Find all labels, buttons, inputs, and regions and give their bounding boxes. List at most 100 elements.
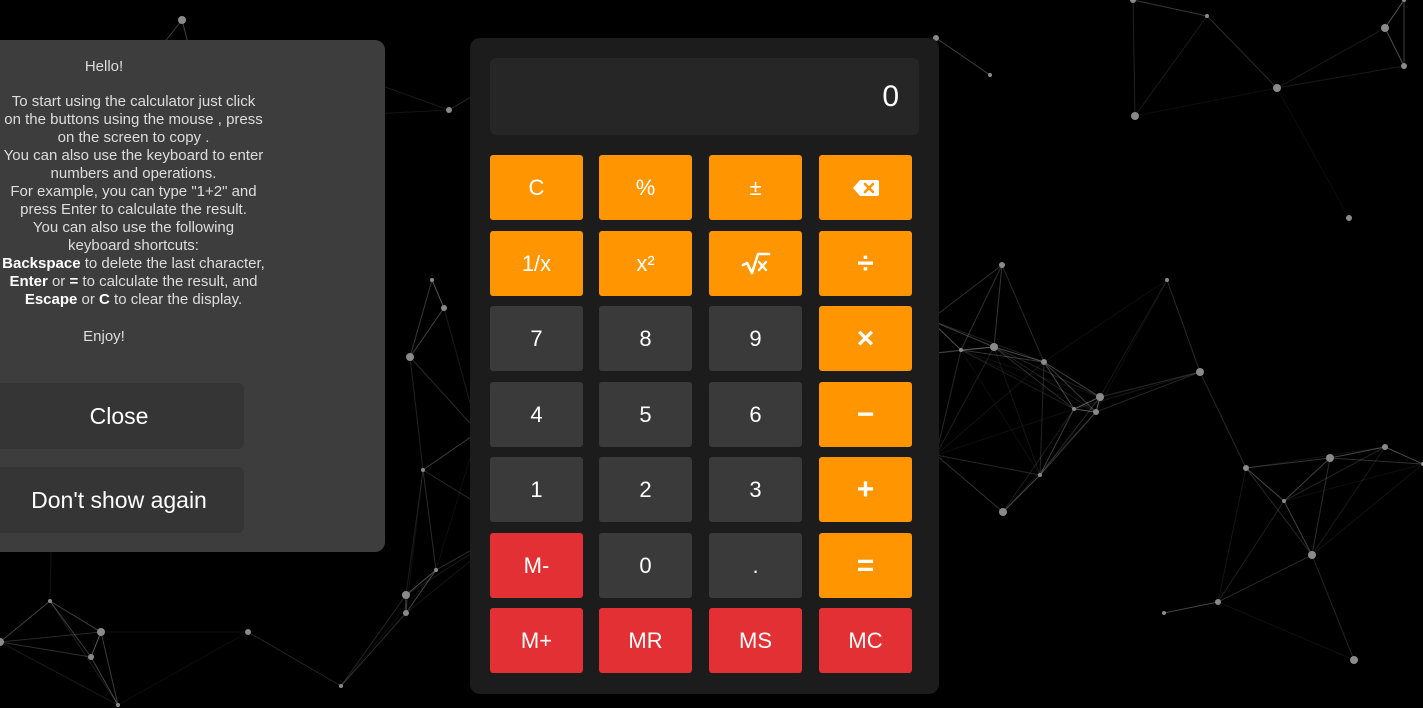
network-line: [1163, 601, 1219, 614]
network-line: [247, 631, 342, 687]
help-title: Hello!: [84, 58, 124, 75]
subtract-button[interactable]: −: [819, 382, 912, 447]
network-line: [1276, 87, 1350, 219]
add-button[interactable]: +: [819, 457, 912, 522]
network-line: [935, 349, 962, 456]
network-node: [48, 599, 52, 603]
network-line: [993, 264, 1003, 348]
network-line: [1039, 396, 1101, 476]
network-node: [178, 16, 186, 24]
help-line: numbers and operations.: [50, 165, 217, 182]
network-node: [1072, 407, 1076, 411]
digit-0-button[interactable]: 0: [599, 533, 692, 598]
decimal-point-button[interactable]: .: [709, 533, 802, 598]
network-line: [960, 349, 1075, 410]
shortcut-key: =: [69, 273, 79, 290]
digit-1-button[interactable]: 1: [490, 457, 583, 522]
square-root-button[interactable]: [709, 231, 802, 296]
network-line: [0, 631, 102, 643]
memory-subtract-button[interactable]: M-: [490, 533, 583, 598]
memory-clear-button[interactable]: MC: [819, 608, 912, 673]
network-node: [1273, 84, 1281, 92]
network-node: [1038, 473, 1042, 477]
reciprocal-button[interactable]: 1/x: [490, 231, 583, 296]
help-dialog: Hello! To start using the calculator jus…: [0, 40, 385, 552]
network-line: [1217, 601, 1355, 661]
network-line: [49, 600, 92, 658]
digit-4-button[interactable]: 4: [490, 382, 583, 447]
help-line: on the screen to copy .: [57, 129, 210, 146]
network-node: [88, 654, 94, 660]
memory-store-button[interactable]: MS: [709, 608, 802, 673]
shortcut-line: Backspace to delete the last character,: [2, 255, 265, 272]
multiply-button[interactable]: ×: [819, 306, 912, 371]
network-line: [1132, 0, 1136, 117]
network-line: [340, 569, 437, 687]
network-line: [1384, 27, 1405, 67]
network-line: [1206, 15, 1278, 89]
divide-button[interactable]: ÷: [819, 231, 912, 296]
memory-recall-button[interactable]: MR: [599, 608, 692, 673]
network-node: [1382, 444, 1388, 450]
digit-9-button[interactable]: 9: [709, 306, 802, 371]
network-line: [1002, 408, 1075, 513]
percent-button[interactable]: %: [599, 155, 692, 220]
network-node: [1093, 409, 1099, 415]
network-node: [339, 684, 343, 688]
network-line: [0, 600, 51, 643]
network-line: [960, 264, 1003, 351]
network-line: [100, 631, 119, 706]
network-line: [1217, 500, 1285, 603]
backspace-button[interactable]: [819, 155, 912, 220]
network-line: [340, 612, 407, 687]
network-node: [988, 73, 992, 77]
network-line: [1132, 0, 1208, 17]
network-node: [1346, 215, 1352, 221]
network-node: [1215, 599, 1221, 605]
close-button[interactable]: Close: [0, 383, 244, 449]
digit-3-button[interactable]: 3: [709, 457, 802, 522]
network-line: [431, 279, 445, 309]
network-line: [993, 346, 1041, 476]
network-node: [1162, 611, 1166, 615]
network-line: [1217, 467, 1247, 603]
digit-2-button[interactable]: 2: [599, 457, 692, 522]
network-line: [929, 264, 1003, 321]
network-line: [993, 346, 1075, 410]
help-line: You can also use the keyboard to enter: [3, 147, 264, 164]
network-line: [935, 37, 991, 76]
network-node: [406, 353, 414, 361]
plus-minus-button[interactable]: ±: [709, 155, 802, 220]
shortcut-key: Backspace: [2, 255, 81, 272]
equals-button[interactable]: =: [819, 533, 912, 598]
help-text: To start using the calculator just click…: [0, 93, 277, 309]
memory-add-button[interactable]: M+: [490, 608, 583, 673]
network-line: [1199, 371, 1247, 469]
network-node: [990, 343, 998, 351]
network-line: [929, 319, 1045, 363]
network-node: [446, 107, 452, 113]
network-line: [1283, 500, 1313, 556]
network-line: [1245, 446, 1386, 469]
digit-7-button[interactable]: 7: [490, 306, 583, 371]
network-node: [1131, 112, 1139, 120]
digit-5-button[interactable]: 5: [599, 382, 692, 447]
network-node: [1041, 359, 1047, 365]
network-node: [441, 305, 447, 311]
network-line: [1245, 467, 1313, 556]
digit-6-button[interactable]: 6: [709, 382, 802, 447]
digit-8-button[interactable]: 8: [599, 306, 692, 371]
network-node: [1326, 454, 1334, 462]
help-line: To start using the calculator just click: [11, 93, 256, 110]
shortcut-key: Enter: [9, 273, 48, 290]
dont-show-again-button[interactable]: Don't show again: [0, 467, 244, 533]
network-node: [1243, 465, 1249, 471]
clear-button[interactable]: C: [490, 155, 583, 220]
network-node: [430, 278, 434, 282]
network-node: [1130, 0, 1136, 3]
network-node: [245, 629, 251, 635]
network-node: [1381, 24, 1389, 32]
network-node: [1165, 278, 1169, 282]
square-button[interactable]: x²: [599, 231, 692, 296]
help-line: on the buttons using the mouse , press: [4, 111, 263, 128]
